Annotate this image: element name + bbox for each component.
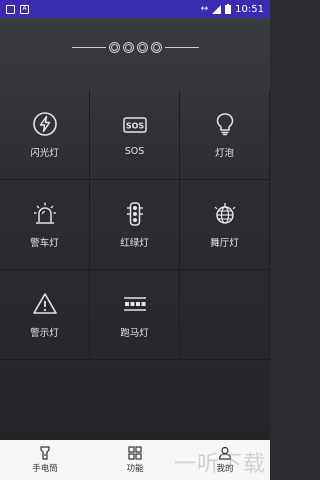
indicator-dot[interactable]	[108, 41, 120, 53]
tab-flashlight[interactable]: 手电筒	[0, 440, 90, 480]
page-indicator	[0, 40, 270, 54]
traffic-light-icon	[126, 201, 143, 226]
grid-item-police-light[interactable]: 警车灯	[0, 180, 90, 270]
grid-item-label: 警示灯	[30, 327, 59, 339]
tab-mine[interactable]: 我的	[180, 440, 270, 480]
text-icon: A	[20, 4, 29, 14]
grid-item-sos[interactable]: SOS SOS	[90, 90, 180, 180]
tab-function[interactable]: 功能	[90, 440, 180, 480]
grid-item-label: 舞厅灯	[210, 237, 239, 249]
battery-icon	[225, 4, 232, 14]
indicator-line-left	[71, 46, 106, 48]
tab-label: 手电筒	[32, 464, 58, 474]
disco-ball-icon	[214, 202, 235, 224]
main-panel: 闪光灯 SOS SOS 灯泡 警车灯 红绿灯 舞厅灯 警示灯 跑马灯	[0, 18, 270, 440]
grid-item-label: 灯泡	[214, 147, 234, 159]
lightning-icon	[32, 111, 57, 136]
indicator-line-right	[164, 46, 199, 48]
grid-item-label: 警车灯	[30, 237, 59, 249]
grid-item-traffic-light[interactable]: 红绿灯	[90, 180, 180, 270]
data-transfer-icon: ↔	[200, 4, 209, 14]
marquee-icon	[123, 296, 146, 311]
grid-item-label: 闪光灯	[30, 147, 59, 159]
sos-icon: SOS	[122, 117, 147, 133]
grid-empty-cell	[180, 270, 270, 360]
status-bar: A ↔ 10:51	[0, 0, 270, 18]
sos-icon-text: SOS	[125, 122, 144, 131]
bottom-tab-bar: 手电筒 功能 我的 一听下载	[0, 440, 270, 480]
grid-item-disco-light[interactable]: 舞厅灯	[180, 180, 270, 270]
grid-item-flash[interactable]: 闪光灯	[0, 90, 90, 180]
user-icon	[218, 446, 232, 460]
tab-label: 功能	[126, 464, 144, 474]
grid-item-marquee-light[interactable]: 跑马灯	[90, 270, 180, 360]
indicator-dot[interactable]	[122, 41, 134, 53]
function-grid: 闪光灯 SOS SOS 灯泡 警车灯 红绿灯 舞厅灯 警示灯 跑马灯	[0, 90, 270, 360]
notification-icon	[6, 4, 15, 14]
tab-label: 我的	[216, 464, 234, 474]
function-icon	[128, 446, 142, 460]
flashlight-icon	[40, 446, 50, 460]
grid-item-label: SOS	[124, 146, 145, 157]
indicator-dot[interactable]	[136, 41, 148, 53]
grid-item-label: 红绿灯	[120, 237, 149, 249]
status-time: 10:51	[235, 3, 264, 15]
grid-item-warning-light[interactable]: 警示灯	[0, 270, 90, 360]
warning-icon	[32, 292, 57, 314]
indicator-dot[interactable]	[150, 41, 162, 53]
grid-item-bulb[interactable]: 灯泡	[180, 90, 270, 180]
bulb-icon	[216, 112, 233, 135]
siren-icon	[33, 202, 56, 224]
signal-icon	[212, 4, 222, 14]
grid-item-label: 跑马灯	[120, 327, 149, 339]
